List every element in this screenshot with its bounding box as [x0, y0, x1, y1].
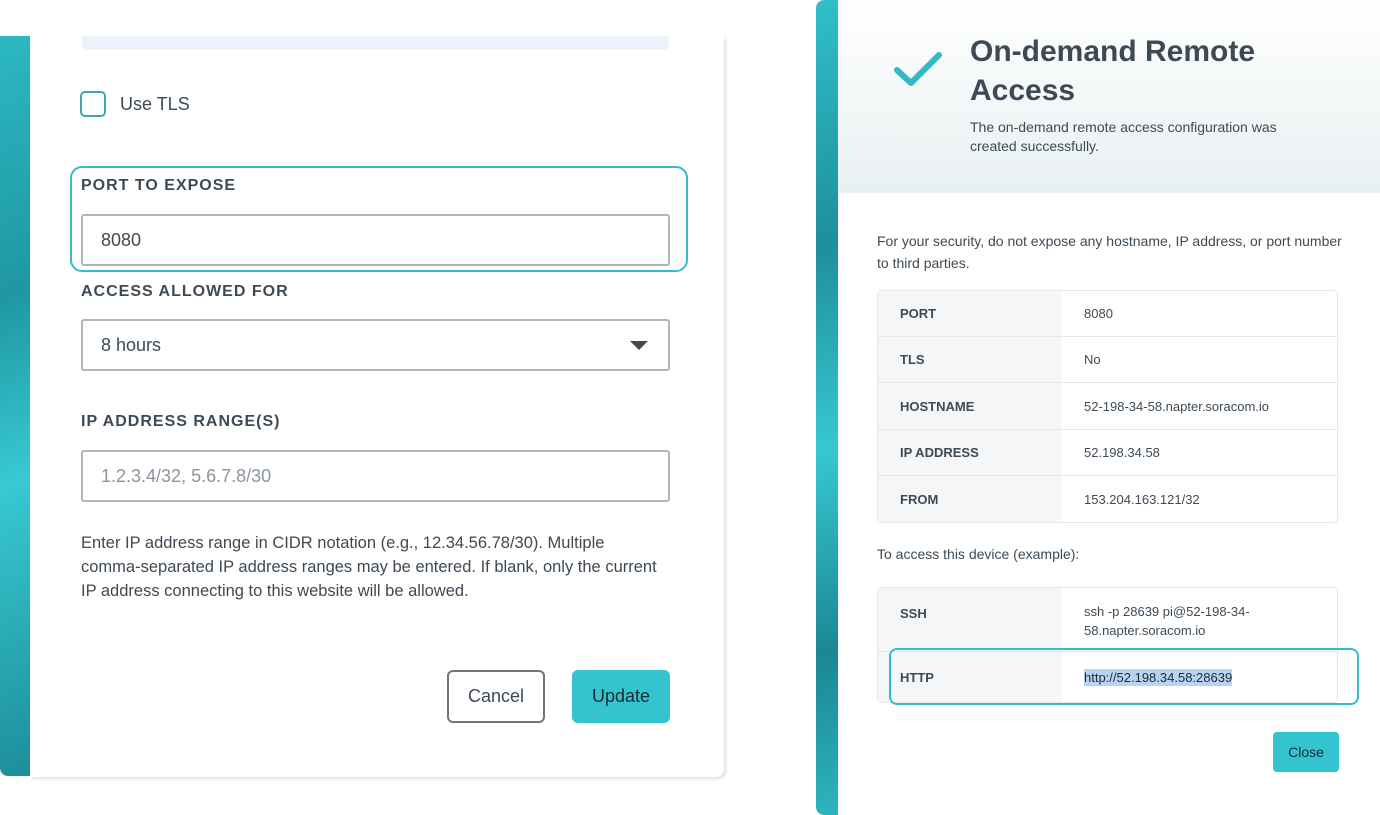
- http-row-highlight: [889, 648, 1359, 705]
- modal-title: On-demand Remote Access: [970, 35, 1256, 107]
- left-decorative-stripe: [0, 36, 30, 776]
- details-value: 52.198.34.58: [1084, 445, 1160, 460]
- details-row-ip-address: IP ADDRESS 52.198.34.58: [878, 430, 1337, 476]
- details-value: 153.204.163.121/32: [1084, 491, 1200, 507]
- previous-field-bottom: [82, 36, 669, 50]
- access-duration-select[interactable]: 8 hours: [81, 319, 670, 371]
- remote-access-form-card: [30, 36, 724, 777]
- details-key: IP ADDRESS: [878, 430, 1062, 475]
- details-row-hostname: HOSTNAME 52-198-34-58.napter.soracom.io: [878, 383, 1337, 430]
- port-to-expose-label: PORT TO EXPOSE: [81, 177, 237, 194]
- update-button[interactable]: Update: [572, 670, 670, 723]
- modal-subtitle: The on-demand remote access configuratio…: [970, 119, 1277, 154]
- use-tls-row[interactable]: Use TLS: [80, 91, 190, 117]
- right-decorative-stripe: [816, 0, 840, 815]
- access-duration-value: 8 hours: [101, 334, 162, 355]
- details-value: 8080: [1084, 306, 1113, 321]
- details-row-from: FROM 153.204.163.121/32: [878, 476, 1337, 522]
- details-value: 52-198-34-58.napter.soracom.io: [1084, 398, 1270, 414]
- details-value: No: [1084, 352, 1101, 367]
- ssh-command[interactable]: ssh -p 28639 pi@52-198-34-58.napter.sora…: [1062, 588, 1337, 651]
- port-input[interactable]: 8080: [81, 214, 670, 266]
- ip-address-range-input[interactable]: 1.2.3.4/32, 5.6.7.8/30: [81, 450, 670, 502]
- details-key: TLS: [878, 337, 1062, 382]
- details-key: PORT: [878, 291, 1062, 336]
- cancel-button[interactable]: Cancel: [447, 670, 545, 723]
- access-allowed-for-label: ACCESS ALLOWED FOR: [81, 283, 289, 300]
- details-row-port: PORT 8080: [878, 291, 1337, 337]
- example-key: SSH: [878, 588, 1062, 651]
- security-note: For your security, do not expose any hos…: [877, 233, 1342, 271]
- details-row-tls: TLS No: [878, 337, 1337, 383]
- ip-address-range-label: IP ADDRESS RANGE(S): [81, 413, 281, 430]
- checkmark-icon: [894, 52, 942, 86]
- use-tls-label: Use TLS: [120, 93, 190, 114]
- close-button[interactable]: Close: [1273, 732, 1339, 772]
- ip-range-help-text: Enter IP address range in CIDR notation …: [81, 534, 657, 600]
- details-key: FROM: [878, 476, 1062, 522]
- connection-details-table: PORT 8080 TLS No HOSTNAME 52-198-34-58.n…: [877, 290, 1338, 523]
- example-row-ssh: SSH ssh -p 28639 pi@52-198-34-58.napter.…: [878, 588, 1337, 652]
- caret-down-icon: [630, 341, 648, 350]
- use-tls-checkbox[interactable]: [80, 91, 106, 117]
- details-key: HOSTNAME: [878, 383, 1062, 429]
- access-example-label: To access this device (example):: [877, 546, 1080, 562]
